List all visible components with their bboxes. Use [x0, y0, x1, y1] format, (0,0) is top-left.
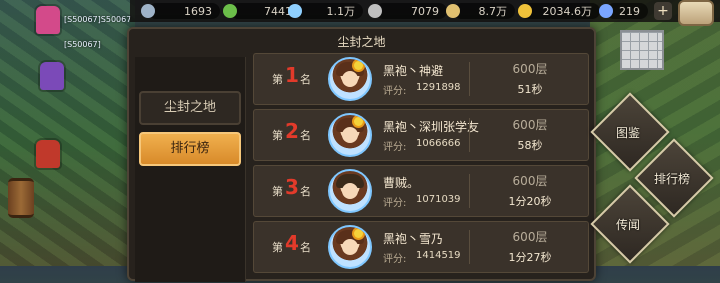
menu-button[interactable]: [678, 0, 714, 26]
leaderboard-modal: 尘封之地 尘封之地 排行榜 第 1 名 黑袍丶神避 评分: 1291898 60…: [127, 27, 596, 283]
player-name: 黑袍丶深圳张学友: [383, 120, 480, 134]
rank-suffix: 名: [300, 73, 311, 86]
player-score: 1066666: [416, 138, 461, 149]
score-label: 评分:: [383, 142, 407, 153]
row-divider: [469, 62, 470, 96]
clear-time: 58秒: [517, 139, 543, 152]
player-name: 曹贼。: [383, 176, 420, 190]
rank-prefix: 第: [272, 241, 283, 254]
gold-coin-icon: [518, 4, 532, 18]
tab-leaderboard[interactable]: 排行榜: [139, 132, 241, 166]
rank-number: 4: [285, 231, 299, 255]
player-score: 1414519: [416, 250, 461, 261]
rank-prefix: 第: [272, 185, 283, 198]
resource-diamond: 219: [599, 3, 648, 19]
leaderboard-row[interactable]: 第 2 名 黑袍丶深圳张学友 评分: 1066666 600层 58秒: [253, 109, 589, 161]
rank-number: 3: [285, 175, 299, 199]
avatar-face: [342, 71, 358, 87]
leaderboard-list[interactable]: 第 1 名 黑袍丶神避 评分: 1291898 600层 51秒 第 2 名 黑…: [253, 53, 593, 283]
resource-value: 1.1万: [326, 5, 356, 18]
rank-prefix: 第: [272, 129, 283, 142]
player-score: 1291898: [416, 82, 461, 93]
floor-count: 600层: [512, 174, 548, 188]
flower-icon: [354, 61, 363, 70]
player-avatar[interactable]: [328, 225, 372, 269]
stone-icon: [141, 4, 155, 18]
floor-count: 600层: [512, 118, 548, 132]
player-name: 黑袍丶神避: [383, 64, 444, 78]
resource-bar: 1693 7441 1.1万 7079 8.7万 2034.6万 219 +: [130, 0, 720, 26]
player-tag: [S50067]: [64, 40, 101, 49]
resource-value: 2034.6万: [542, 5, 593, 18]
rumor-label: 传闻: [615, 218, 640, 232]
rank-number: 2: [285, 119, 299, 143]
resource-value: 8.7万: [478, 5, 508, 18]
player-score: 1071039: [416, 194, 461, 205]
modal-sidebar: 尘封之地 排行榜: [135, 57, 246, 282]
player-avatar[interactable]: [328, 57, 372, 101]
rank-suffix: 名: [300, 129, 311, 142]
floor-count: 600层: [512, 230, 548, 244]
rank-number: 1: [285, 63, 299, 87]
barrel: [8, 178, 34, 218]
row-divider: [469, 174, 470, 208]
player-name: 黑袍丶雪乃: [383, 232, 444, 246]
resource-ore: 7079: [368, 3, 447, 19]
resource-value: 7079: [411, 4, 439, 18]
hero-sprite[interactable]: [40, 62, 64, 90]
clear-time: 1分20秒: [508, 195, 552, 208]
resource-gold: 2034.6万: [518, 3, 600, 19]
row-divider: [469, 230, 470, 264]
hero-sprite[interactable]: [36, 6, 60, 34]
score-label: 评分:: [383, 198, 407, 209]
rank-suffix: 名: [300, 241, 311, 254]
avatar-face: [342, 183, 358, 199]
player-tag: [S50067]S50067: [64, 15, 132, 24]
flower-icon: [354, 229, 363, 238]
leaderboard-row[interactable]: 第 4 名 黑袍丶雪乃 评分: 1414519 600层 1分27秒: [253, 221, 589, 273]
clear-time: 51秒: [517, 83, 543, 96]
floor-count: 600层: [512, 62, 548, 76]
leaderboard-row[interactable]: 第 3 名 曹贼。 评分: 1071039 600层 1分20秒: [253, 165, 589, 217]
crystal-icon: [288, 4, 302, 18]
leaderboard-row[interactable]: 第 1 名 黑袍丶神避 评分: 1291898 600层 51秒: [253, 53, 589, 105]
hero-sprite[interactable]: [36, 140, 60, 168]
flower-icon: [354, 117, 363, 126]
rank-prefix: 第: [272, 73, 283, 86]
rank-suffix: 名: [300, 185, 311, 198]
building: [620, 30, 664, 70]
avatar-face: [342, 239, 358, 255]
score-label: 评分:: [383, 254, 407, 265]
add-diamond-button[interactable]: +: [654, 2, 672, 20]
resource-grain: 8.7万: [446, 3, 515, 19]
resource-stone: 1693: [141, 3, 220, 19]
resource-value: 1693: [184, 4, 212, 18]
ranking-label: 排行榜: [653, 172, 690, 186]
avatar-face: [342, 127, 358, 143]
player-avatar[interactable]: [328, 169, 372, 213]
tab-dust-land[interactable]: 尘封之地: [139, 91, 241, 125]
clear-time: 1分27秒: [508, 251, 552, 264]
resource-crystal: 1.1万: [288, 3, 363, 19]
ore-icon: [368, 4, 382, 18]
codex-label: 图鉴: [615, 126, 640, 140]
resource-value: 219: [619, 4, 640, 18]
modal-title: 尘封之地: [337, 35, 386, 49]
row-divider: [469, 118, 470, 152]
score-label: 评分:: [383, 86, 407, 97]
leaf-icon: [223, 4, 237, 18]
grain-icon: [446, 4, 460, 18]
diamond-icon: [599, 4, 613, 18]
player-avatar[interactable]: [328, 113, 372, 157]
